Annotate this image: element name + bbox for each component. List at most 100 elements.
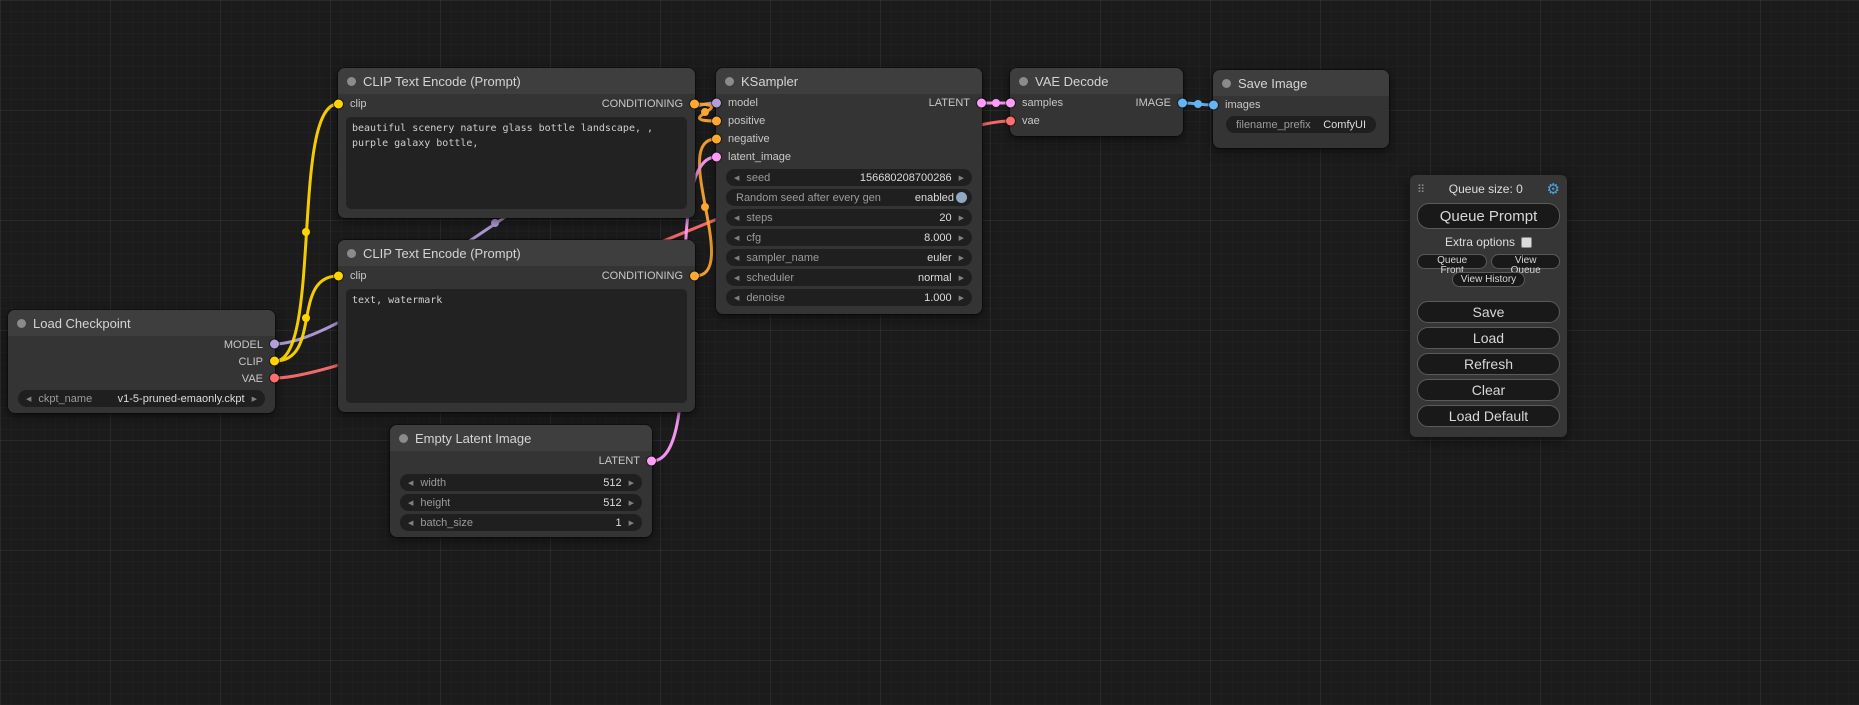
increment-arrow-icon[interactable]: ▶: [629, 499, 634, 507]
decrement-arrow-icon[interactable]: ◀: [26, 395, 31, 403]
widget-cfg[interactable]: ◀ cfg 8.000 ▶: [726, 229, 972, 246]
collapse-dot-icon[interactable]: [1019, 77, 1028, 86]
widget-label: sampler_name: [746, 252, 819, 264]
decrement-arrow-icon[interactable]: ◀: [734, 214, 739, 222]
settings-gear-icon[interactable]: ⚙: [1547, 182, 1560, 197]
node-load-checkpoint[interactable]: Load Checkpoint MODEL CLIP VAE ◀ ckpt_na…: [8, 310, 275, 413]
collapse-dot-icon[interactable]: [725, 77, 734, 86]
widget-ckpt-name[interactable]: ◀ ckpt_name v1-5-pruned-emaonly.ckpt ▶: [18, 390, 265, 407]
output-port-clip[interactable]: [270, 357, 279, 366]
widget-label: batch_size: [420, 517, 473, 529]
increment-arrow-icon[interactable]: ▶: [959, 234, 964, 242]
widget-label: Random seed after every gen: [736, 192, 881, 204]
extra-options-label: Extra options: [1445, 235, 1515, 249]
node-empty-latent-image[interactable]: Empty Latent Image LATENT ◀ width 512 ▶ …: [390, 425, 652, 537]
refresh-button[interactable]: Refresh: [1417, 353, 1560, 375]
collapse-dot-icon[interactable]: [347, 249, 356, 258]
input-label-clip: clip: [350, 98, 367, 110]
input-label-vae: vae: [1022, 115, 1040, 127]
load-button[interactable]: Load: [1417, 327, 1560, 349]
view-queue-button[interactable]: View Queue: [1491, 254, 1560, 269]
queue-prompt-button[interactable]: Queue Prompt: [1417, 203, 1560, 229]
increment-arrow-icon[interactable]: ▶: [959, 214, 964, 222]
node-header[interactable]: KSampler: [716, 68, 982, 94]
widget-batch-size[interactable]: ◀ batch_size 1 ▶: [400, 514, 642, 531]
decrement-arrow-icon[interactable]: ◀: [734, 254, 739, 262]
widget-label: cfg: [746, 232, 761, 244]
output-port-latent[interactable]: [647, 457, 656, 466]
node-header[interactable]: Load Checkpoint: [8, 310, 275, 336]
node-header[interactable]: VAE Decode: [1010, 68, 1183, 94]
increment-arrow-icon[interactable]: ▶: [959, 294, 964, 302]
widget-height[interactable]: ◀ height 512 ▶: [400, 494, 642, 511]
widget-denoise[interactable]: ◀ denoise 1.000 ▶: [726, 289, 972, 306]
widget-value: euler: [927, 252, 951, 264]
output-port-conditioning[interactable]: [690, 100, 699, 109]
view-history-button[interactable]: View History: [1452, 272, 1525, 287]
node-header[interactable]: Save Image: [1213, 70, 1389, 96]
widget-scheduler[interactable]: ◀ scheduler normal ▶: [726, 269, 972, 286]
input-port-images[interactable]: [1209, 101, 1218, 110]
increment-arrow-icon[interactable]: ▶: [629, 519, 634, 527]
decrement-arrow-icon[interactable]: ◀: [408, 499, 413, 507]
collapse-dot-icon[interactable]: [399, 434, 408, 443]
increment-arrow-icon[interactable]: ▶: [629, 479, 634, 487]
output-port-latent[interactable]: [977, 99, 986, 108]
node-clip-text-encode-positive[interactable]: CLIP Text Encode (Prompt) clip CONDITION…: [338, 68, 695, 218]
decrement-arrow-icon[interactable]: ◀: [408, 479, 413, 487]
increment-arrow-icon[interactable]: ▶: [959, 274, 964, 282]
output-port-vae[interactable]: [270, 374, 279, 383]
widget-seed[interactable]: ◀ seed 156680208700286 ▶: [726, 169, 972, 186]
decrement-arrow-icon[interactable]: ◀: [408, 519, 413, 527]
input-port-vae[interactable]: [1006, 117, 1015, 126]
widget-random-seed-toggle[interactable]: Random seed after every gen enabled: [726, 189, 972, 206]
widget-sampler-name[interactable]: ◀ sampler_name euler ▶: [726, 249, 972, 266]
input-port-negative[interactable]: [712, 135, 721, 144]
collapse-dot-icon[interactable]: [347, 77, 356, 86]
widget-value: 156680208700286: [860, 172, 952, 184]
node-graph-canvas[interactable]: Load Checkpoint MODEL CLIP VAE ◀ ckpt_na…: [0, 0, 1859, 705]
collapse-dot-icon[interactable]: [1222, 79, 1231, 88]
output-label-latent: LATENT: [929, 97, 970, 109]
save-button[interactable]: Save: [1417, 301, 1560, 323]
widget-filename-prefix[interactable]: filename_prefix ComfyUI: [1226, 116, 1376, 133]
load-default-button[interactable]: Load Default: [1417, 405, 1560, 427]
node-vae-decode[interactable]: VAE Decode samples IMAGE vae: [1010, 68, 1183, 136]
output-port-image[interactable]: [1178, 99, 1187, 108]
input-port-positive[interactable]: [712, 117, 721, 126]
toggle-knob[interactable]: [956, 192, 967, 203]
node-save-image[interactable]: Save Image images filename_prefix ComfyU…: [1213, 70, 1389, 148]
widget-steps[interactable]: ◀ steps 20 ▶: [726, 209, 972, 226]
decrement-arrow-icon[interactable]: ◀: [734, 174, 739, 182]
node-header[interactable]: Empty Latent Image: [390, 425, 652, 451]
prompt-textarea[interactable]: beautiful scenery nature glass bottle la…: [346, 117, 687, 209]
widget-width[interactable]: ◀ width 512 ▶: [400, 474, 642, 491]
input-port-model[interactable]: [712, 99, 721, 108]
queue-menu-panel[interactable]: ⠿ Queue size: 0 ⚙ Queue Prompt Extra opt…: [1410, 175, 1567, 437]
output-port-model[interactable]: [270, 340, 279, 349]
extra-options-checkbox[interactable]: [1521, 237, 1532, 248]
widget-value: 512: [603, 477, 621, 489]
input-port-clip[interactable]: [334, 100, 343, 109]
queue-front-button[interactable]: Queue Front: [1417, 254, 1487, 269]
input-port-samples[interactable]: [1006, 99, 1015, 108]
node-header[interactable]: CLIP Text Encode (Prompt): [338, 68, 695, 94]
output-port-conditioning[interactable]: [690, 272, 699, 281]
node-ksampler[interactable]: KSampler model LATENT positive negative …: [716, 68, 982, 314]
node-header[interactable]: CLIP Text Encode (Prompt): [338, 240, 695, 266]
clear-button[interactable]: Clear: [1417, 379, 1560, 401]
node-clip-text-encode-negative[interactable]: CLIP Text Encode (Prompt) clip CONDITION…: [338, 240, 695, 412]
link-midpoint-dot: [302, 228, 310, 236]
increment-arrow-icon[interactable]: ▶: [252, 395, 257, 403]
decrement-arrow-icon[interactable]: ◀: [734, 234, 739, 242]
output-label-conditioning: CONDITIONING: [602, 270, 683, 282]
decrement-arrow-icon[interactable]: ◀: [734, 294, 739, 302]
increment-arrow-icon[interactable]: ▶: [959, 254, 964, 262]
input-port-clip[interactable]: [334, 272, 343, 281]
decrement-arrow-icon[interactable]: ◀: [734, 274, 739, 282]
collapse-dot-icon[interactable]: [17, 319, 26, 328]
drag-handle-icon[interactable]: ⠿: [1417, 183, 1425, 196]
increment-arrow-icon[interactable]: ▶: [959, 174, 964, 182]
prompt-textarea[interactable]: text, watermark: [346, 289, 687, 403]
input-port-latent-image[interactable]: [712, 153, 721, 162]
